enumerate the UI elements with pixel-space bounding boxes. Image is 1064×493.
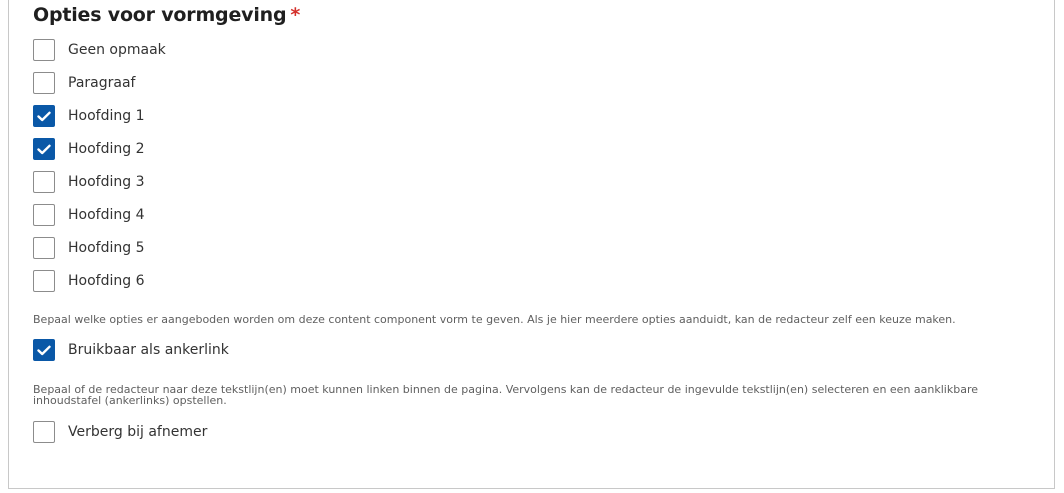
option-hoofding-4[interactable]: Hoofding 4	[33, 203, 144, 227]
option-hoofding-6[interactable]: Hoofding 6	[33, 269, 144, 293]
checkbox[interactable]	[33, 105, 55, 127]
option-label: Verberg bij afnemer	[68, 424, 208, 440]
option-label: Hoofding 4	[68, 207, 145, 223]
checkmark-icon	[37, 144, 51, 154]
option-verberg-bij-afnemer[interactable]: Verberg bij afnemer	[33, 420, 207, 444]
option-label: Hoofding 3	[68, 174, 145, 190]
option-geen-opmaak[interactable]: Geen opmaak	[33, 38, 166, 62]
required-marker: *	[290, 4, 301, 26]
checkbox[interactable]	[33, 270, 55, 292]
option-label: Geen opmaak	[68, 42, 166, 58]
option-label: Paragraaf	[68, 75, 136, 91]
format-help-text: Bepaal welke opties er aangeboden worden…	[33, 313, 956, 326]
checkmark-icon	[37, 345, 51, 355]
checkbox[interactable]	[33, 421, 55, 443]
options-panel	[8, 0, 1055, 489]
section-title-text: Opties voor vormgeving	[33, 4, 287, 26]
checkbox[interactable]	[33, 39, 55, 61]
option-hoofding-2[interactable]: Hoofding 2	[33, 137, 144, 161]
option-label: Bruikbaar als ankerlink	[68, 342, 229, 358]
anchor-help-text: Bepaal of de redacteur naar deze tekstli…	[33, 383, 978, 407]
section-title: Opties voor vormgeving *	[33, 4, 300, 26]
option-label: Hoofding 6	[68, 273, 145, 289]
checkbox[interactable]	[33, 339, 55, 361]
checkbox[interactable]	[33, 72, 55, 94]
option-ankerlink[interactable]: Bruikbaar als ankerlink	[33, 338, 229, 362]
checkmark-icon	[37, 111, 51, 121]
checkbox[interactable]	[33, 138, 55, 160]
option-hoofding-5[interactable]: Hoofding 5	[33, 236, 144, 260]
option-label: Hoofding 2	[68, 141, 145, 157]
checkbox[interactable]	[33, 171, 55, 193]
option-hoofding-3[interactable]: Hoofding 3	[33, 170, 144, 194]
checkbox[interactable]	[33, 237, 55, 259]
option-hoofding-1[interactable]: Hoofding 1	[33, 104, 144, 128]
option-label: Hoofding 1	[68, 108, 145, 124]
option-paragraaf[interactable]: Paragraaf	[33, 71, 135, 95]
checkbox[interactable]	[33, 204, 55, 226]
option-label: Hoofding 5	[68, 240, 145, 256]
